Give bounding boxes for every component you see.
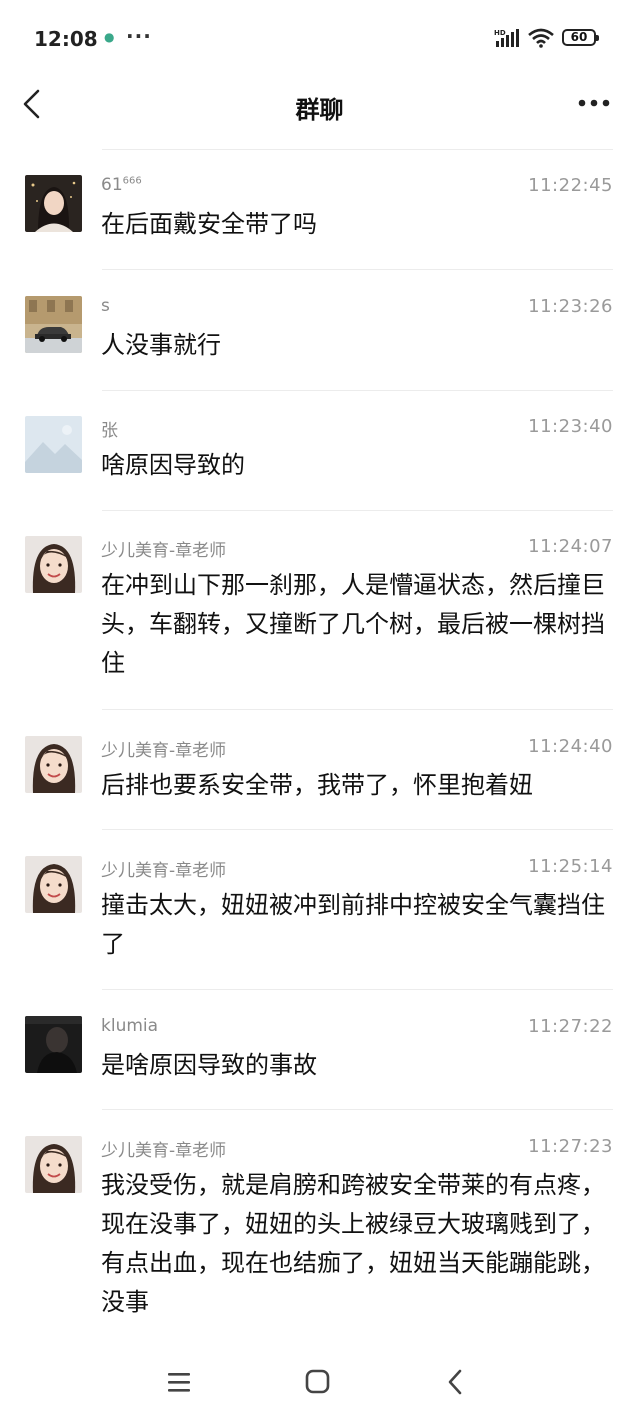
sender-name: 张 bbox=[101, 421, 118, 441]
notification-app-icon: ● bbox=[104, 30, 115, 44]
notification-more-icon: ··· bbox=[126, 24, 152, 48]
message-time: 11:27:23 bbox=[528, 1136, 613, 1157]
avatar[interactable] bbox=[25, 856, 82, 913]
message-time: 11:24:07 bbox=[528, 536, 613, 557]
sender-name: s bbox=[101, 296, 110, 316]
avatar[interactable] bbox=[25, 1136, 82, 1193]
message-divider bbox=[102, 390, 613, 391]
message-divider bbox=[102, 709, 613, 710]
hd-label: HD bbox=[494, 29, 506, 37]
message-text: 撞击太大，妞妞被冲到前排中控被安全气囊挡住了 bbox=[101, 891, 605, 958]
message-divider bbox=[102, 829, 613, 830]
avatar[interactable] bbox=[25, 416, 82, 473]
message-text: 人没事就行 bbox=[101, 331, 221, 359]
sender-name: 少儿美育-章老师 bbox=[101, 861, 227, 881]
avatar[interactable] bbox=[25, 1016, 82, 1073]
status-bar: 12:08 ● ··· HD 60 bbox=[0, 0, 639, 80]
sender-name: 少儿美育-章老师 bbox=[101, 541, 227, 561]
message-time: 11:22:45 bbox=[528, 175, 613, 196]
back-nav-icon[interactable] bbox=[444, 1364, 466, 1400]
message-divider bbox=[102, 989, 613, 990]
avatar[interactable] bbox=[25, 296, 82, 353]
wifi-icon bbox=[528, 28, 554, 48]
message-text: 啥原因导致的 bbox=[101, 451, 245, 479]
avatar[interactable] bbox=[25, 736, 82, 793]
more-options-icon[interactable] bbox=[574, 88, 614, 118]
menu-icon[interactable] bbox=[166, 1364, 192, 1400]
battery-icon: 60 bbox=[562, 29, 599, 46]
message-time: 11:23:26 bbox=[528, 296, 613, 317]
header-divider bbox=[102, 149, 613, 150]
message-divider bbox=[102, 510, 613, 511]
message-text: 在后面戴安全带了吗 bbox=[101, 210, 317, 238]
message-text: 是啥原因导致的事故 bbox=[101, 1051, 317, 1079]
message-text: 我没受伤，就是肩膀和跨被安全带莱的有点疼，现在没事了，妞妞的头上被绿豆大玻璃贱到… bbox=[101, 1171, 605, 1316]
signal-icon: HD bbox=[494, 29, 519, 47]
nav-bar: 群聊 bbox=[0, 80, 639, 130]
sender-name: klumia bbox=[101, 1016, 159, 1036]
status-time: 12:08 bbox=[34, 27, 98, 51]
page-title: 群聊 bbox=[295, 96, 344, 124]
message-divider bbox=[102, 1109, 613, 1110]
sender-name: 少儿美育-章老师 bbox=[101, 741, 227, 761]
avatar[interactable] bbox=[25, 175, 82, 232]
message-time: 11:27:22 bbox=[528, 1016, 613, 1037]
message-time: 11:23:40 bbox=[528, 416, 613, 437]
sender-name: 少儿美育-章老师 bbox=[101, 1141, 227, 1161]
system-nav-bar bbox=[0, 1350, 639, 1421]
message-time: 11:25:14 bbox=[528, 856, 613, 877]
message-time: 11:24:40 bbox=[528, 736, 613, 757]
home-icon[interactable] bbox=[304, 1364, 332, 1400]
sender-name: 61666 bbox=[101, 175, 142, 195]
avatar[interactable] bbox=[25, 536, 82, 593]
message-divider bbox=[102, 269, 613, 270]
message-text: 后排也要系安全带，我带了，怀里抱着妞 bbox=[101, 771, 533, 799]
message-text: 在冲到山下那一刹那，人是懵逼状态，然后撞巨头，车翻转，又撞断了几个树，最后被一棵… bbox=[101, 571, 605, 677]
